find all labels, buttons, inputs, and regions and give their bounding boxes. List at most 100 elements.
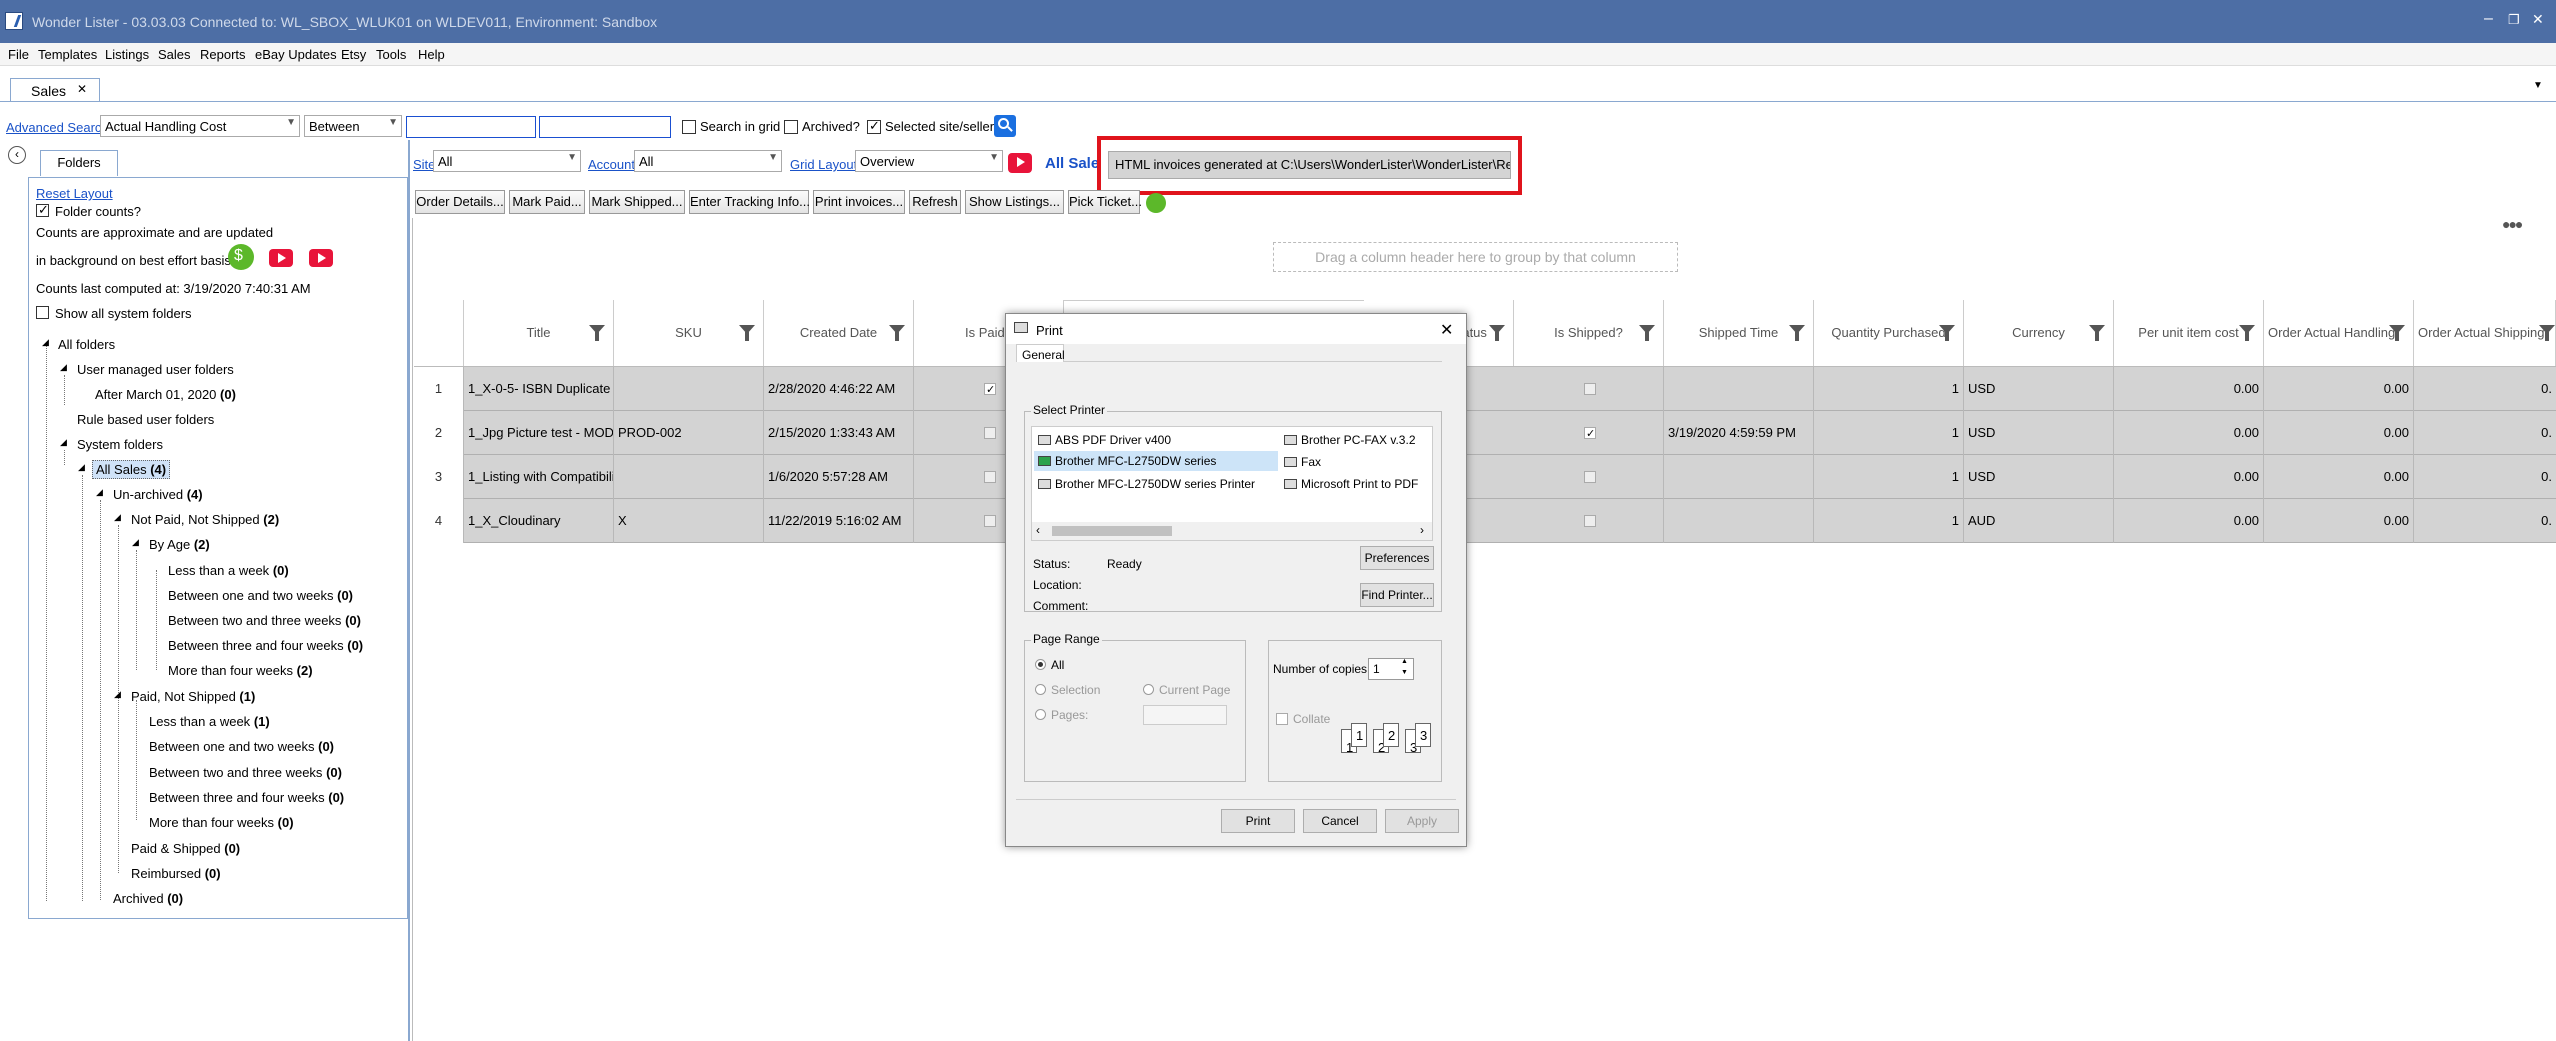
column-header-created[interactable]: Created Date [764, 300, 914, 366]
tab-close-icon[interactable]: ✕ [77, 82, 87, 96]
close-button[interactable]: ✕ [2532, 11, 2544, 28]
account-select[interactable]: All ▼ [634, 150, 782, 172]
enter-tracking-button[interactable]: Enter Tracking Info... [689, 190, 810, 214]
search-value-to-input[interactable] [539, 116, 671, 138]
tree-pns-age-2[interactable]: Between one and two weeks (0) [149, 739, 334, 754]
range-all-radio[interactable] [1035, 659, 1046, 670]
filter-icon[interactable] [1939, 325, 1955, 341]
restore-button[interactable]: ❐ [2508, 12, 2520, 28]
tree-pns-age-5[interactable]: More than four weeks (0) [149, 815, 294, 830]
menu-reports[interactable]: Reports [200, 47, 246, 62]
cell-title[interactable]: 1_X_Cloudinary [464, 499, 614, 543]
refresh-counts-icon[interactable]: $ [228, 244, 254, 270]
minimize-button[interactable]: ‒ [2484, 10, 2493, 28]
printer-item[interactable]: Brother MFC-L2750DW series Printer [1038, 477, 1255, 491]
menu-help[interactable]: Help [418, 47, 445, 62]
cell-currency[interactable]: AUD [1964, 499, 2114, 543]
cell-quantity[interactable]: 1 [1814, 499, 1964, 543]
cell-sku[interactable]: PROD-002 [614, 411, 764, 455]
cancel-button[interactable]: Cancel [1303, 809, 1377, 833]
cell-sku[interactable]: X [614, 499, 764, 543]
tree-all-folders[interactable]: All folders [58, 337, 115, 352]
print-button[interactable]: Print [1221, 809, 1295, 833]
tree-unarchived[interactable]: Un-archived (4) [113, 487, 203, 502]
tab-sales[interactable]: Sales ✕ [10, 78, 100, 102]
column-header-quantity[interactable]: Quantity Purchased [1814, 300, 1964, 366]
site-select[interactable]: All ▼ [433, 150, 581, 172]
cell-created[interactable]: 2/28/2020 4:46:22 AM [764, 367, 914, 411]
cell-quantity[interactable]: 1 [1814, 367, 1964, 411]
cell-currency[interactable]: USD [1964, 455, 2114, 499]
cell-quantity[interactable]: 1 [1814, 455, 1964, 499]
tree-archived[interactable]: Archived (0) [113, 891, 183, 906]
collapse-panel-icon[interactable]: ‹ [8, 146, 26, 164]
cell-shipping[interactable]: 0. [2414, 455, 2556, 499]
cell-currency[interactable]: USD [1964, 367, 2114, 411]
menu-etsy[interactable]: Etsy [341, 47, 366, 62]
cell-shipped-time[interactable] [1664, 455, 1814, 499]
tree-paid-shipped[interactable]: Paid & Shipped (0) [131, 841, 240, 856]
mark-shipped-button[interactable]: Mark Shipped... [589, 190, 685, 214]
video-help-icon-2[interactable] [309, 249, 333, 267]
cell-title[interactable]: 1_X-0-5- ISBN Duplicate tes [464, 367, 614, 411]
column-header-unit-cost[interactable]: Per unit item cost [2114, 300, 2264, 366]
cell-shipping[interactable]: 0. [2414, 499, 2556, 543]
paid-checkbox[interactable] [984, 515, 996, 527]
collate-checkbox[interactable] [1276, 713, 1288, 725]
shipped-checkbox[interactable] [1584, 515, 1596, 527]
tree-pns-age-1[interactable]: Less than a week (1) [149, 714, 270, 729]
cell-is-shipped[interactable]: ✓ [1514, 411, 1664, 455]
menu-listings[interactable]: Listings [105, 47, 149, 62]
paid-checkbox[interactable]: ✓ [984, 383, 996, 396]
printer-item[interactable]: Brother PC-FAX v.3.2 [1284, 433, 1416, 447]
expand-icon[interactable]: ◢ [78, 462, 85, 473]
filter-icon[interactable] [2239, 325, 2255, 341]
tree-all-sales[interactable]: All Sales (4) [92, 460, 171, 479]
show-system-folders-checkbox[interactable] [36, 306, 49, 319]
cell-currency[interactable]: USD [1964, 411, 2114, 455]
cell-shipped-time[interactable] [1664, 499, 1814, 543]
printer-item[interactable]: Microsoft Print to PDF [1284, 477, 1418, 491]
cell-shipped-time[interactable]: 3/19/2020 4:59:59 PM [1664, 411, 1814, 455]
shipped-checkbox[interactable]: ✓ [1584, 427, 1596, 440]
menu-file[interactable]: File [8, 47, 29, 62]
grid-layout-label[interactable]: Grid Layout [790, 157, 857, 172]
tree-npns-age-2[interactable]: Between one and two weeks (0) [168, 588, 353, 603]
printer-list[interactable]: ABS PDF Driver v400 Brother PC-FAX v.3.2… [1031, 426, 1433, 541]
filter-icon[interactable] [889, 325, 905, 341]
print-invoices-button[interactable]: Print invoices... [813, 190, 905, 214]
filter-icon[interactable] [1489, 325, 1505, 341]
search-operator-select[interactable]: Between ▼ [304, 115, 402, 137]
cell-is-shipped[interactable] [1514, 367, 1664, 411]
scrollbar-thumb[interactable] [1052, 526, 1172, 536]
sync-icon[interactable] [1146, 193, 1166, 213]
folder-counts-checkbox[interactable] [36, 202, 49, 218]
horizontal-scrollbar[interactable]: ‹ › [1032, 522, 1432, 540]
tree-system-folders[interactable]: System folders [77, 437, 163, 452]
table-row[interactable]: 3 1_Listing with Compatibilitie 1/6/2020… [414, 455, 2556, 499]
cell-unit-cost[interactable]: 0.00 [2114, 367, 2264, 411]
column-header-shipping[interactable]: Order Actual Shipping [2414, 300, 2556, 366]
range-current-page-radio[interactable] [1143, 684, 1154, 695]
selected-site-checkbox[interactable] [867, 118, 881, 134]
menu-tools[interactable]: Tools [376, 47, 406, 62]
range-pages-radio[interactable] [1035, 709, 1046, 720]
search-field-select[interactable]: Actual Handling Cost ▼ [100, 115, 300, 137]
pick-ticket-button[interactable]: Pick Ticket... [1068, 190, 1142, 214]
filter-icon[interactable] [739, 325, 755, 341]
pages-input[interactable] [1143, 705, 1227, 725]
tree-not-paid-not-shipped[interactable]: Not Paid, Not Shipped (2) [131, 512, 279, 527]
menu-sales[interactable]: Sales [158, 47, 191, 62]
cell-created[interactable]: 1/6/2020 5:57:28 AM [764, 455, 914, 499]
dialog-close-icon[interactable]: ✕ [1440, 320, 1453, 340]
cell-handling[interactable]: 0.00 [2264, 499, 2414, 543]
cell-sku[interactable] [614, 455, 764, 499]
find-printer-button[interactable]: Find Printer... [1360, 583, 1434, 607]
video-help-icon[interactable] [269, 249, 293, 267]
paid-checkbox[interactable] [984, 471, 996, 483]
column-header-currency[interactable]: Currency [1964, 300, 2114, 366]
tree-npns-age-1[interactable]: Less than a week (0) [168, 563, 289, 578]
shipped-checkbox[interactable] [1584, 471, 1596, 483]
preferences-button[interactable]: Preferences [1360, 546, 1434, 570]
column-header-shipped-time[interactable]: Shipped Time [1664, 300, 1814, 366]
